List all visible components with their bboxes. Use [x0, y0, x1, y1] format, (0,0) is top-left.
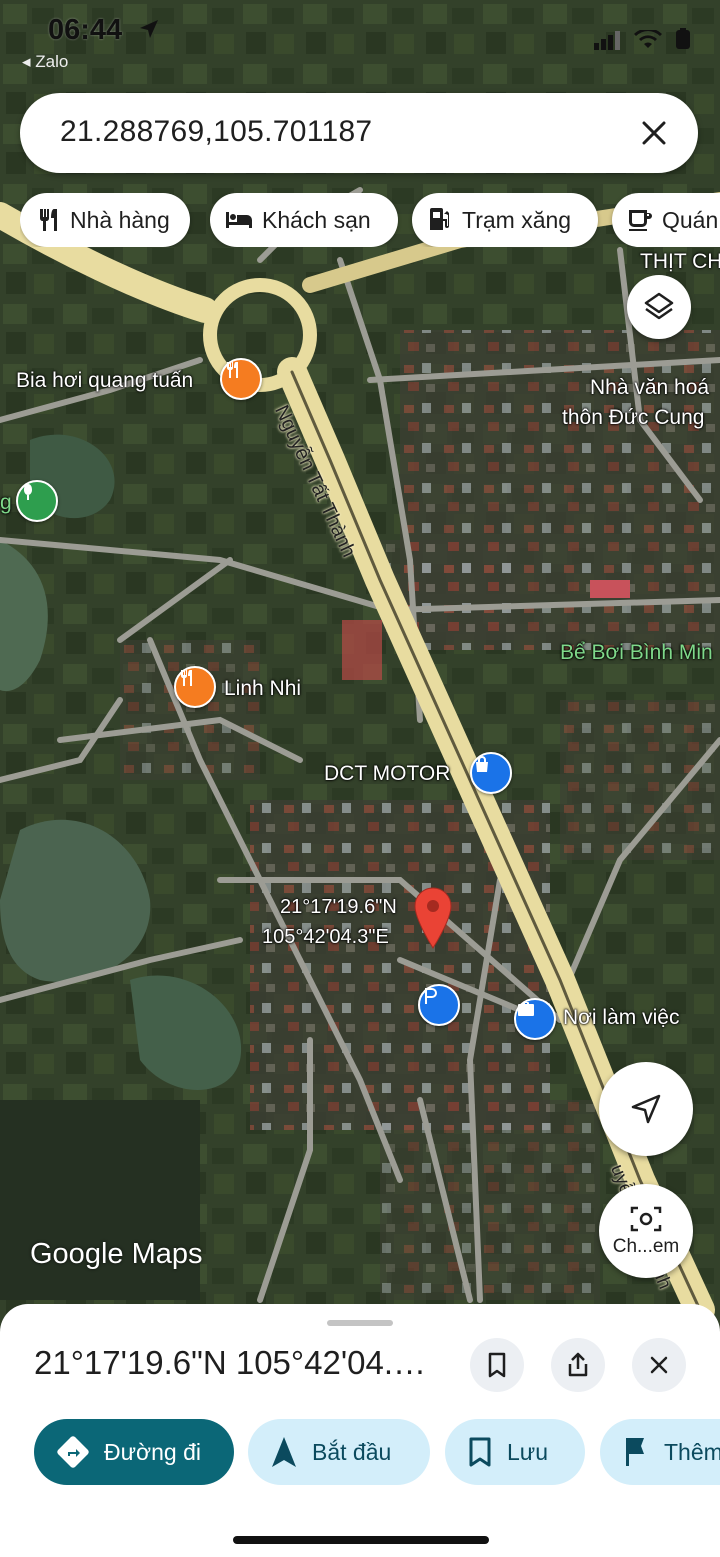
home-indicator [233, 1536, 489, 1544]
street-view-button[interactable]: Ch...em [599, 1184, 693, 1278]
restaurant-pin-icon[interactable] [174, 666, 216, 708]
share-button[interactable] [551, 1338, 605, 1392]
shopping-pin-icon[interactable] [470, 752, 512, 794]
save-label: Lưu [507, 1438, 548, 1465]
directions-button[interactable]: Đường đi [34, 1419, 234, 1485]
add-label-button[interactable]: Thêm [600, 1419, 720, 1485]
back-to-app-link[interactable]: ◂ Zalo [22, 52, 68, 72]
share-icon [568, 1352, 588, 1377]
navigation-icon [631, 1094, 661, 1124]
dropped-pin-lng: 105°42'04.3"E [262, 926, 389, 948]
bookmark-icon [469, 1437, 491, 1467]
status-bar: 06:44 ◂ Zalo [0, 0, 720, 80]
dropped-pin-lat: 21°17'19.6"N [280, 896, 397, 918]
save-button[interactable] [470, 1338, 524, 1392]
cellular-signal-icon [594, 31, 620, 50]
poi-label-linh-nhi[interactable]: Linh Nhi [224, 677, 301, 701]
work-pin-icon[interactable] [514, 998, 556, 1040]
directions-label: Đường đi [104, 1438, 201, 1465]
google-maps-watermark: Google Maps [30, 1238, 203, 1270]
chip-cafes[interactable]: Quán [612, 193, 720, 247]
location-arrow-icon [140, 20, 158, 38]
place-title: 21°17'19.6"N 105°42'04.3"E [34, 1344, 444, 1381]
restaurant-pin-icon[interactable] [220, 358, 262, 400]
chip-gas-stations[interactable]: Trạm xăng [412, 193, 598, 247]
poi-label-nha-van-hoa-2[interactable]: thôn Đức Cung [562, 406, 704, 430]
chip-label: Nhà hàng [70, 206, 170, 233]
restaurant-icon [40, 209, 57, 231]
street-view-label: Ch...em [612, 1236, 680, 1257]
park-pin-icon[interactable] [16, 480, 58, 522]
directions-icon [57, 1436, 89, 1468]
place-bottom-sheet[interactable]: 21°17'19.6"N 105°42'04.3"E Đường đi Bắt … [0, 1304, 720, 1557]
poi-label-noi-lam-viec[interactable]: Nơi làm việc [563, 1006, 679, 1030]
hotel-icon [226, 212, 252, 228]
action-row: Đường đi Bắt đầu Lưu Thêm [34, 1419, 720, 1487]
poi-label-bia-hoi[interactable]: Bia hơi quang tuấn [16, 369, 193, 393]
wifi-icon [634, 30, 662, 48]
gas-station-icon [430, 208, 449, 230]
start-label: Bắt đầu [312, 1438, 392, 1465]
close-icon [650, 1356, 668, 1374]
close-icon[interactable] [632, 111, 676, 155]
add-label: Thêm [664, 1438, 720, 1465]
poi-label-dct-motor[interactable]: DCT MOTOR [324, 762, 450, 786]
chip-hotels[interactable]: Khách sạn [210, 193, 398, 247]
category-chips: Nhà hàng Khách sạn Trạm xăng Quán [20, 193, 720, 247]
chip-restaurants[interactable]: Nhà hàng [20, 193, 190, 247]
layers-button[interactable] [627, 275, 691, 339]
my-location-button[interactable] [599, 1062, 693, 1156]
bookmark-icon [488, 1352, 506, 1378]
battery-icon [676, 28, 690, 49]
navigation-arrow-icon [272, 1437, 296, 1467]
close-sheet-button[interactable] [632, 1338, 686, 1392]
chip-label: Khách sạn [262, 206, 371, 233]
status-time: 06:44 [48, 14, 123, 46]
drag-handle[interactable] [327, 1320, 393, 1326]
search-input[interactable]: 21.288769,105.701187 [60, 115, 372, 149]
chip-label: Trạm xăng [462, 206, 572, 233]
camera-scan-icon [630, 1206, 662, 1232]
dropped-pin-icon[interactable] [413, 886, 453, 950]
parking-pin-icon[interactable] [418, 984, 460, 1026]
chip-label: Quán [662, 206, 719, 233]
poi-label-nha-van-hoa-1[interactable]: Nhà văn hoá [590, 376, 709, 400]
save-action-button[interactable]: Lưu [445, 1419, 585, 1485]
search-bar[interactable]: 21.288769,105.701187 [20, 93, 698, 173]
flag-icon [626, 1438, 644, 1466]
poi-label-thit[interactable]: THỊT CH [640, 250, 720, 274]
poi-label-be-boi[interactable]: Bể Bơi Bình Min [560, 641, 713, 665]
cafe-icon [629, 210, 652, 231]
layers-icon [644, 292, 674, 320]
start-button[interactable]: Bắt đầu [248, 1419, 430, 1485]
poi-label-partial: g [0, 491, 12, 514]
